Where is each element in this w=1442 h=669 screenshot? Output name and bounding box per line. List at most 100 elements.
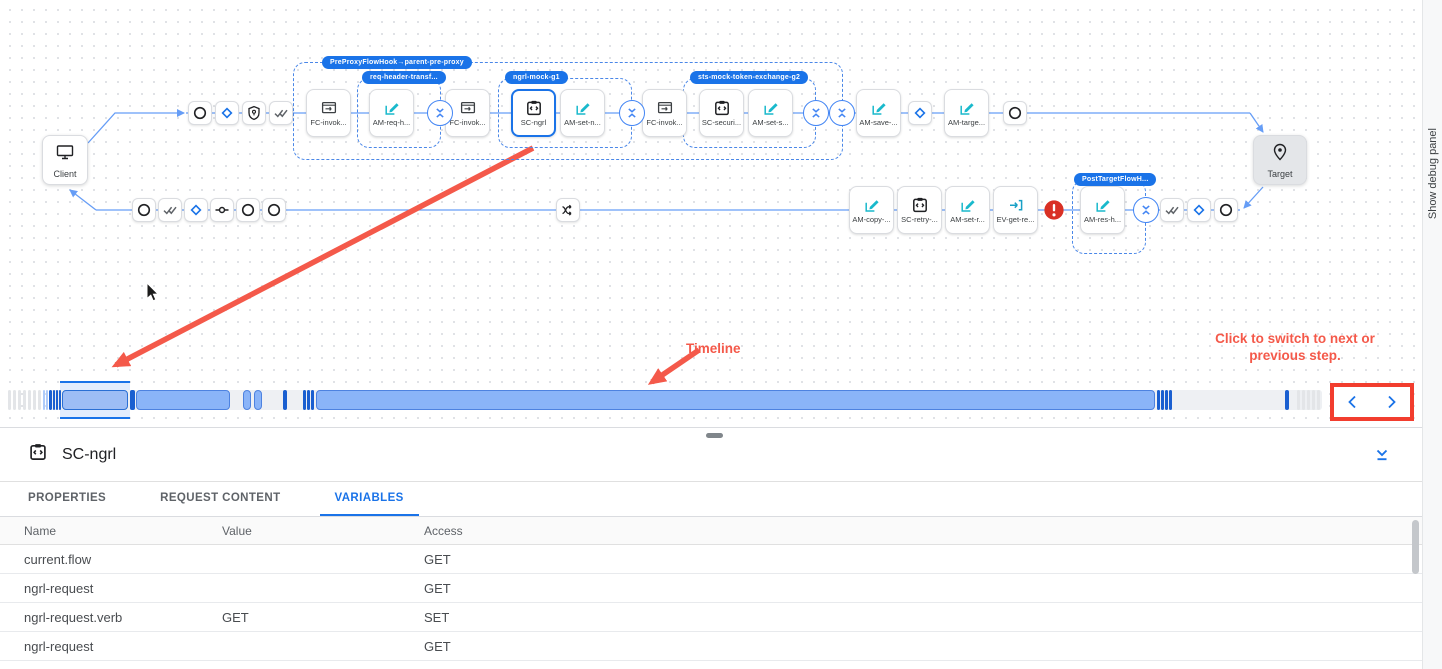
table-scrollbar[interactable] (1412, 520, 1419, 574)
edit-icon (863, 196, 881, 214)
timeline-segment-dark[interactable] (56, 390, 59, 410)
timeline-segment-dark[interactable] (1169, 390, 1172, 410)
error-icon[interactable] (1042, 198, 1066, 222)
client-node[interactable]: Client (42, 135, 88, 185)
switch-icon[interactable] (556, 198, 580, 222)
step-fc-invoke-1[interactable]: FC-invok... (306, 89, 351, 137)
show-debug-panel-button[interactable]: Show debug panel (1427, 128, 1439, 219)
timeline-segment-tick[interactable] (13, 390, 16, 410)
timeline-segment-dark[interactable] (283, 390, 287, 410)
shield-icon[interactable] (242, 101, 266, 125)
timeline-segment-tick[interactable] (1312, 390, 1315, 410)
timeline-segment-dark[interactable] (59, 390, 62, 410)
step-detail-panel: SC-ngrl PROPERTIESREQUEST CONTENTVARIABL… (0, 427, 1422, 669)
double-check-icon[interactable] (158, 198, 182, 222)
timeline-segment-selected[interactable] (62, 390, 128, 410)
circle-icon[interactable] (236, 198, 260, 222)
unfold-less-icon[interactable] (829, 100, 855, 126)
step-ev-get-re[interactable]: EV-get-re... (993, 186, 1038, 234)
timeline-segment-lightblue[interactable] (43, 390, 45, 410)
timeline-segment-tick[interactable] (1297, 390, 1300, 410)
circle-icon[interactable] (1214, 198, 1238, 222)
timeline-segment-dark[interactable] (303, 390, 306, 410)
group-pill-ngrl-mock: ngrl-mock-g1 (505, 71, 568, 84)
step-am-res-h[interactable]: AM-res-h... (1080, 186, 1125, 234)
service-callout-icon (911, 196, 929, 214)
timeline-segment-lightblue[interactable] (46, 390, 48, 410)
timeline-segment-bar[interactable] (243, 390, 251, 410)
step-label: AM-targe... (948, 118, 985, 127)
timeline-segment-tick[interactable] (1307, 390, 1310, 410)
panel-tabs: PROPERTIES REQUEST CONTENT VARIABLES (0, 482, 1422, 517)
step-sc-ngrl[interactable]: SC-ngrl (511, 89, 556, 137)
unfold-less-icon[interactable] (1133, 197, 1159, 223)
target-node[interactable]: Target (1253, 135, 1307, 185)
timeline-segment-dark[interactable] (130, 390, 135, 410)
edit-icon (959, 196, 977, 214)
timeline-segment-dark[interactable] (1285, 390, 1289, 410)
timeline-segment-tick[interactable] (1302, 390, 1305, 410)
circle-icon[interactable] (132, 198, 156, 222)
diamond-icon[interactable] (1187, 198, 1211, 222)
cell-access: GET (424, 639, 1422, 654)
timeline-segment-dark[interactable] (1157, 390, 1160, 410)
unfold-less-icon[interactable] (427, 100, 453, 126)
timeline-segment-dark[interactable] (311, 390, 314, 410)
step-sc-securi[interactable]: SC-securi... (699, 89, 744, 137)
previous-step-button[interactable] (1334, 387, 1372, 417)
step-am-targe[interactable]: AM-targe... (944, 89, 989, 137)
timeline-segment-dark[interactable] (1165, 390, 1168, 410)
cell-access: GET (424, 581, 1422, 596)
timeline-segment-tick[interactable] (23, 390, 26, 410)
timeline-segment-dark[interactable] (1161, 390, 1164, 410)
timeline-segment-tick[interactable] (28, 390, 31, 410)
step-am-set-r[interactable]: AM-set-r... (945, 186, 990, 234)
node-icon[interactable] (210, 198, 234, 222)
timeline-segment-dark[interactable] (53, 390, 56, 410)
table-header-row: NameValueAccess (0, 517, 1422, 545)
flow-callout-icon (320, 99, 338, 117)
unfold-less-icon[interactable] (619, 100, 645, 126)
step-am-req-h[interactable]: AM-req-h... (369, 89, 414, 137)
step-fc-invoke-3[interactable]: FC-invok... (642, 89, 687, 137)
circle-icon[interactable] (188, 101, 212, 125)
chevron-right-icon (1382, 393, 1400, 411)
timeline-segment-tick[interactable] (8, 390, 11, 410)
timeline-segment-tick[interactable] (1317, 390, 1320, 410)
timeline-segment-tick[interactable] (18, 390, 21, 410)
double-check-icon[interactable] (269, 101, 293, 125)
switch-step-annotation: Click to switch to next or previous step… (1200, 330, 1390, 364)
diamond-icon[interactable] (908, 101, 932, 125)
step-sc-retry[interactable]: SC-retry-... (897, 186, 942, 234)
unfold-less-icon[interactable] (803, 100, 829, 126)
step-label: SC-retry-... (901, 215, 938, 224)
table-row: current.flowGET (0, 545, 1422, 574)
flow-callout-icon (656, 99, 674, 117)
timeline-segment-bar[interactable] (136, 390, 230, 410)
step-am-copy[interactable]: AM-copy-... (849, 186, 894, 234)
step-am-save[interactable]: AM-save-... (856, 89, 901, 137)
timeline-segment-bar[interactable] (254, 390, 262, 410)
step-am-set-s[interactable]: AM-set-s... (748, 89, 793, 137)
diamond-icon[interactable] (215, 101, 239, 125)
next-step-button[interactable] (1372, 387, 1410, 417)
timeline-segment-dark[interactable] (307, 390, 310, 410)
timeline-segment-bar[interactable] (316, 390, 1155, 410)
timeline-segment-tick[interactable] (33, 390, 36, 410)
collapse-panel-icon[interactable] (1374, 447, 1390, 468)
cell-name: ngrl-request.verb (24, 610, 222, 625)
column-header-name: Name (24, 524, 222, 538)
step-label: FC-invok... (310, 118, 346, 127)
flow-callout-icon (459, 99, 477, 117)
timeline-segment-dark[interactable] (49, 390, 52, 410)
tab-variables[interactable]: VARIABLES (320, 482, 419, 516)
tab-properties[interactable]: PROPERTIES (13, 482, 121, 516)
double-check-icon[interactable] (1160, 198, 1184, 222)
tab-request-content[interactable]: REQUEST CONTENT (145, 482, 295, 516)
step-label: AM-req-h... (373, 118, 411, 127)
circle-icon[interactable] (1003, 101, 1027, 125)
step-am-set-n[interactable]: AM-set-n... (560, 89, 605, 137)
timeline-segment-tick[interactable] (38, 390, 41, 410)
circle-icon[interactable] (262, 198, 286, 222)
diamond-icon[interactable] (184, 198, 208, 222)
